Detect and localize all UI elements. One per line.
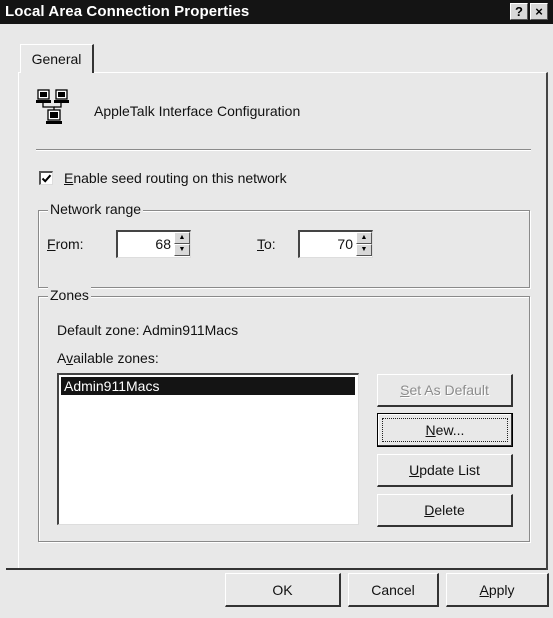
help-button[interactable]: ? <box>510 3 528 20</box>
set-as-default-button[interactable]: Set As Default <box>377 374 513 407</box>
from-value[interactable]: 68 <box>155 236 171 252</box>
delete-zone-button[interactable]: Delete <box>377 494 513 527</box>
to-spin-down-icon[interactable]: ▼ <box>356 244 372 256</box>
close-button[interactable]: × <box>530 3 548 20</box>
available-zones-label: Available zones: <box>57 350 159 366</box>
apply-button[interactable]: Apply <box>446 573 549 607</box>
interface-config-label: AppleTalk Interface Configuration <box>94 103 301 119</box>
default-zone-text: Default zone: Admin911Macs <box>57 322 239 338</box>
update-list-button[interactable]: Update List <box>377 454 513 487</box>
ok-button[interactable]: OK <box>225 573 341 607</box>
available-zones-list[interactable]: Admin911Macs <box>57 373 359 525</box>
properties-dialog: Local Area Connection Properties ? × Gen… <box>0 0 553 618</box>
title-bar[interactable]: Local Area Connection Properties ? × <box>0 0 553 24</box>
to-spin-up-icon[interactable]: ▲ <box>356 232 372 244</box>
panel-bottom-divider <box>6 568 546 570</box>
header-separator <box>36 149 531 151</box>
window-title: Local Area Connection Properties <box>5 3 250 20</box>
network-range-group <box>38 210 530 288</box>
list-item[interactable]: Admin911Macs <box>61 377 355 395</box>
to-spinner[interactable]: 70 ▲ ▼ <box>298 230 373 258</box>
network-range-title: Network range <box>48 201 144 217</box>
from-label: From: <box>47 236 84 252</box>
seed-routing-label[interactable]: Enable seed routing on this network <box>64 170 287 186</box>
checkmark-icon <box>41 174 52 183</box>
network-computers-icon <box>36 89 69 124</box>
cancel-button[interactable]: Cancel <box>348 573 439 607</box>
new-zone-button[interactable]: New... <box>377 413 513 447</box>
from-spin-up-icon[interactable]: ▲ <box>174 232 190 244</box>
to-label: To: <box>257 236 276 252</box>
to-value[interactable]: 70 <box>337 236 353 252</box>
tab-general[interactable]: General <box>20 44 94 73</box>
from-spin-down-icon[interactable]: ▼ <box>174 244 190 256</box>
zones-title: Zones <box>48 287 91 303</box>
seed-routing-checkbox[interactable] <box>39 171 53 185</box>
from-spinner[interactable]: 68 ▲ ▼ <box>116 230 191 258</box>
